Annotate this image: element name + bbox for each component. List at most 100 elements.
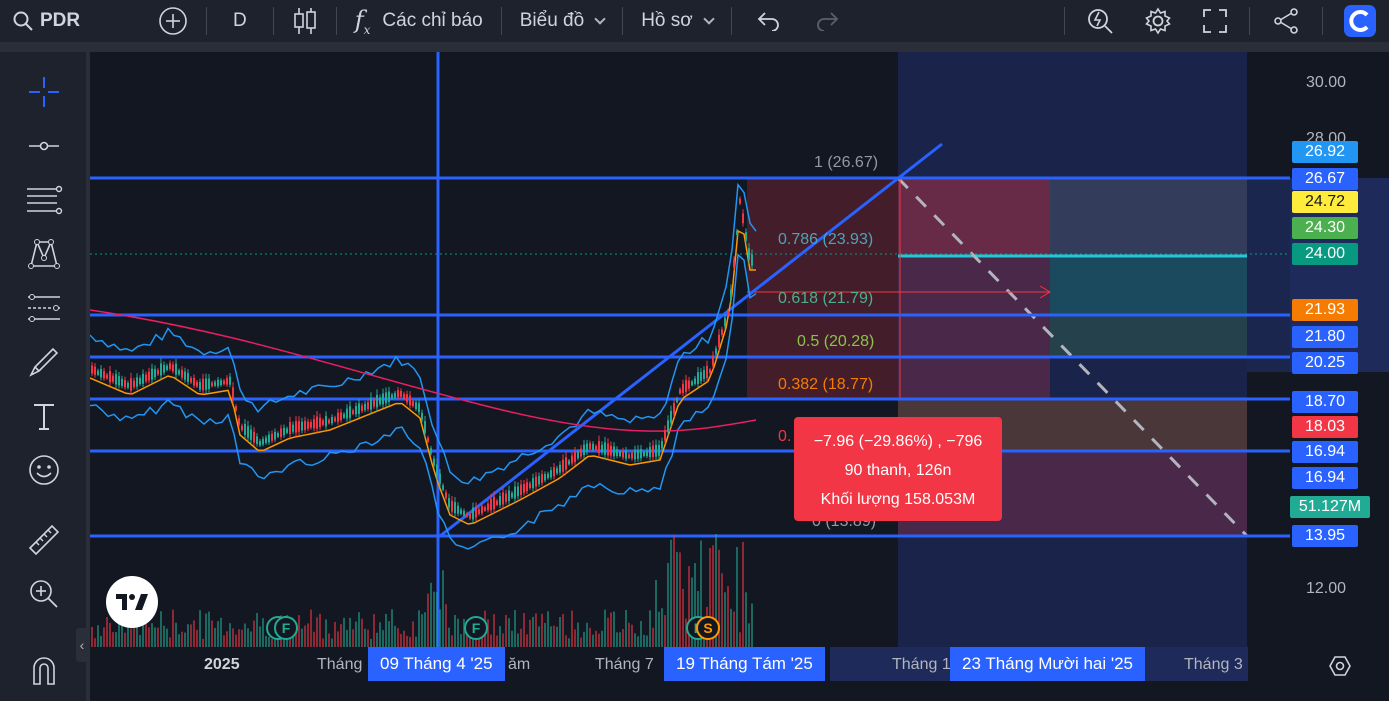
compare-symbol-button[interactable] xyxy=(100,0,200,43)
undo-button[interactable] xyxy=(738,0,798,43)
volume-bar xyxy=(379,622,381,647)
volume-bar xyxy=(598,633,600,647)
candle-body xyxy=(508,490,510,501)
volume-bar xyxy=(535,613,537,647)
trend-line-tool[interactable] xyxy=(22,124,66,168)
candle-body xyxy=(514,486,516,499)
volume-bar xyxy=(319,613,321,647)
share-button[interactable] xyxy=(1256,0,1316,43)
candle-body xyxy=(118,376,120,386)
profile-menu-button[interactable]: Hồ sơ xyxy=(629,0,725,43)
price-label-text: 24.00 xyxy=(1304,245,1346,262)
candle-body xyxy=(181,369,183,378)
candle-body xyxy=(364,403,366,411)
chart-type-button[interactable] xyxy=(280,0,330,43)
chart-pane[interactable]: 1 (26.67) 0.786 (23.93) 0.618 (21.79) 0.… xyxy=(90,52,1389,701)
volume-bar xyxy=(103,627,105,647)
candle-body xyxy=(187,373,189,382)
volume-bar xyxy=(106,617,108,647)
candle-body xyxy=(154,368,156,378)
price-label-text: 20.25 xyxy=(1304,354,1346,371)
volume-bar xyxy=(301,628,303,647)
fib-label-382: 0.382 (18.77) xyxy=(778,376,873,394)
chart-menu-button[interactable]: Biểu đồ xyxy=(508,0,616,43)
candle-body xyxy=(490,498,492,511)
measure-tool[interactable] xyxy=(22,518,66,562)
volume-bar xyxy=(637,636,639,647)
volume-bar xyxy=(445,604,447,647)
candle-body xyxy=(334,417,336,422)
volume-bar xyxy=(232,628,234,647)
candle-body xyxy=(505,493,507,502)
candle-body xyxy=(373,400,375,407)
candle-body xyxy=(409,395,411,406)
candle-body xyxy=(313,419,315,429)
time-tick: Tháng xyxy=(317,656,363,673)
volume-bar xyxy=(496,635,498,647)
moving-average xyxy=(90,229,756,525)
volume-bar xyxy=(601,630,603,647)
volume-bar xyxy=(298,615,300,647)
candle-body xyxy=(259,440,261,446)
candle-body xyxy=(151,368,153,380)
price-label-text: 18.70 xyxy=(1304,393,1346,410)
forecast-tool[interactable] xyxy=(22,286,66,330)
symbol-search[interactable]: PDR xyxy=(0,0,100,43)
candle-body xyxy=(544,474,546,481)
candle-body xyxy=(397,390,399,398)
volume-bar xyxy=(529,619,531,647)
fib-tool[interactable] xyxy=(22,178,66,222)
volume-bar xyxy=(523,613,525,647)
volume-bar xyxy=(544,622,546,647)
volume-bar xyxy=(223,635,225,647)
magnet-tool[interactable] xyxy=(22,648,66,692)
fib-label-786: 0.786 (23.93) xyxy=(778,231,873,249)
indicators-button[interactable]: fx Các chỉ báo xyxy=(343,0,495,43)
fib-lines-icon xyxy=(27,185,63,215)
volume-bar xyxy=(616,632,618,647)
event-marker-f[interactable]: F xyxy=(464,616,488,640)
event-marker-s[interactable]: S xyxy=(696,616,720,640)
quick-search-button[interactable] xyxy=(1071,0,1129,43)
price-label: 24.00 xyxy=(1292,243,1358,265)
candle-body xyxy=(304,420,306,431)
volume-bar xyxy=(547,611,549,647)
crosshair-tool[interactable] xyxy=(22,70,66,114)
brush-tool[interactable] xyxy=(22,340,66,384)
candle-body xyxy=(292,424,294,432)
fib-zone-green xyxy=(1050,314,1247,358)
app-logo[interactable] xyxy=(1329,0,1389,43)
volume-bar xyxy=(550,626,552,647)
fullscreen-button[interactable] xyxy=(1187,0,1243,43)
candle-body xyxy=(700,372,702,381)
chart-canvas[interactable] xyxy=(90,52,1389,701)
text-tool[interactable] xyxy=(22,394,66,438)
candle-body xyxy=(733,259,735,268)
marker-text: F xyxy=(281,620,291,636)
tradingview-logo[interactable] xyxy=(106,576,158,628)
smiley-icon xyxy=(29,455,59,485)
candle-body xyxy=(727,310,729,315)
candle-body xyxy=(157,370,159,375)
candle-body xyxy=(106,374,108,379)
time-tick: Tháng 3 xyxy=(1184,656,1243,673)
candle-body xyxy=(718,334,720,347)
candle-body xyxy=(691,381,693,386)
zoom-tool[interactable] xyxy=(22,572,66,616)
redo-button[interactable] xyxy=(798,0,858,43)
volume-bar xyxy=(676,551,678,647)
candle-body xyxy=(643,452,645,456)
settings-button[interactable] xyxy=(1129,0,1187,43)
interval-button[interactable]: D xyxy=(213,0,267,43)
event-marker-f[interactable]: F xyxy=(274,616,298,640)
axis-settings-button[interactable] xyxy=(1328,654,1352,683)
emoji-tool[interactable] xyxy=(22,448,66,492)
candle-body xyxy=(751,254,753,266)
volume-bar xyxy=(505,614,507,647)
collapse-toolbar-button[interactable]: ‹ xyxy=(76,628,88,662)
candle-body xyxy=(430,448,432,454)
volume-bar xyxy=(352,629,354,647)
pattern-tool[interactable] xyxy=(22,232,66,276)
candle-body xyxy=(559,464,561,473)
candle-body xyxy=(637,449,639,459)
